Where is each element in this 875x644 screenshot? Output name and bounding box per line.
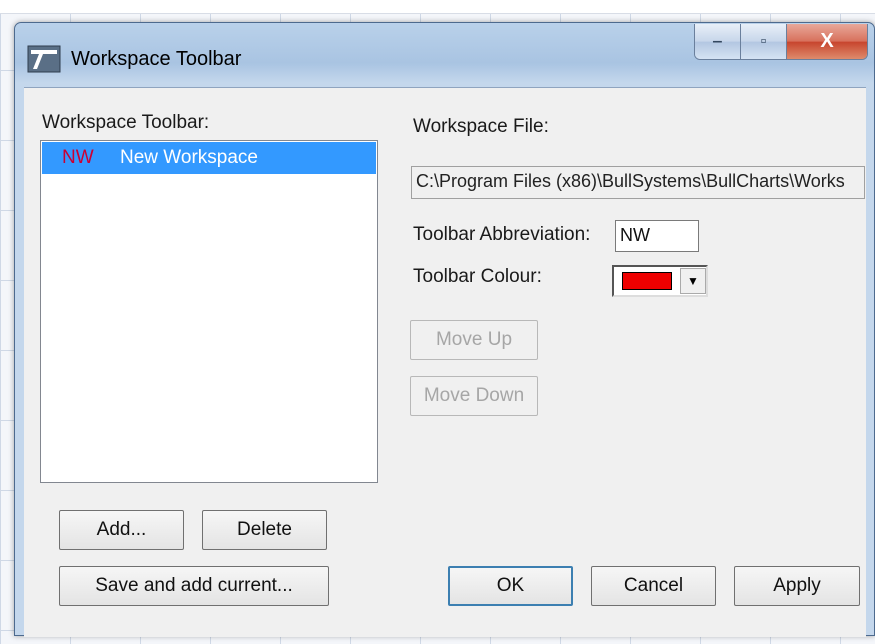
- close-button[interactable]: X: [787, 24, 867, 59]
- workspace-file-field[interactable]: C:\Program Files (x86)\BullSystems\BullC…: [411, 166, 865, 199]
- list-item[interactable]: NW New Workspace: [42, 142, 376, 174]
- move-down-button[interactable]: Move Down: [410, 376, 538, 416]
- window-title: Workspace Toolbar: [71, 47, 242, 70]
- toolbar-abbreviation-label: Toolbar Abbreviation:: [413, 224, 591, 245]
- add-button[interactable]: Add...: [59, 510, 184, 550]
- toolbar-colour-dropdown[interactable]: ▼: [612, 265, 708, 297]
- caption-buttons: ‒ ▫ X: [694, 24, 868, 60]
- cancel-button[interactable]: Cancel: [591, 566, 716, 606]
- delete-button[interactable]: Delete: [202, 510, 327, 550]
- dialog-client-area: Workspace Toolbar: NW New Workspace Add.…: [24, 87, 866, 637]
- maximize-button[interactable]: ▫: [741, 24, 787, 59]
- app-icon: [27, 44, 61, 74]
- colour-swatch: [622, 272, 672, 290]
- move-up-button[interactable]: Move Up: [410, 320, 538, 360]
- maximize-icon: ▫: [760, 32, 767, 50]
- workspace-toolbar-dialog: Workspace Toolbar ‒ ▫ X Workspace Toolba…: [14, 22, 875, 637]
- background-toolbar-strip: [0, 0, 875, 14]
- workspace-file-label: Workspace File:: [413, 116, 549, 137]
- title-bar[interactable]: Workspace Toolbar ‒ ▫ X: [15, 23, 874, 87]
- toolbar-colour-label: Toolbar Colour:: [413, 266, 542, 287]
- list-item-name: New Workspace: [120, 147, 258, 168]
- close-icon: X: [820, 30, 834, 52]
- minimize-icon: ‒: [713, 32, 722, 50]
- workspace-toolbar-label: Workspace Toolbar:: [42, 112, 210, 133]
- save-and-add-current-button[interactable]: Save and add current...: [59, 566, 329, 606]
- toolbar-abbreviation-input[interactable]: NW: [615, 220, 699, 252]
- dropdown-arrow-icon[interactable]: ▼: [680, 268, 706, 294]
- workspace-toolbar-list[interactable]: NW New Workspace: [40, 140, 378, 483]
- ok-button[interactable]: OK: [448, 566, 573, 606]
- minimize-button[interactable]: ‒: [695, 24, 741, 59]
- list-item-abbreviation: NW: [62, 147, 94, 168]
- apply-button[interactable]: Apply: [734, 566, 860, 606]
